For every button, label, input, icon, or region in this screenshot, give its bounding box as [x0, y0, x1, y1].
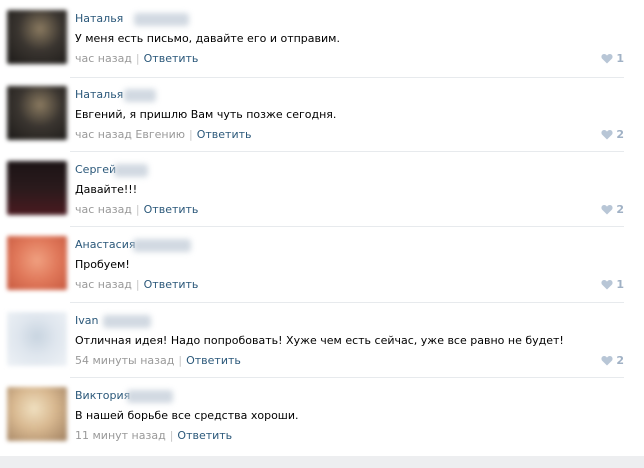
- comment-text: Пробуем!: [75, 258, 130, 271]
- author-surname-redacted: [114, 164, 148, 177]
- author-surname-redacted: [133, 239, 191, 252]
- avatar[interactable]: [7, 236, 67, 290]
- like-count: 1: [616, 278, 624, 291]
- comment-meta: 11 минут назад | Ответить: [75, 429, 233, 442]
- like-button[interactable]: 2: [601, 203, 624, 216]
- comment-author-link[interactable]: Анастасия: [75, 238, 135, 251]
- comment-author-link[interactable]: Сергей: [75, 163, 116, 176]
- comment-text: У меня есть письмо, давайте его и отправ…: [75, 32, 340, 45]
- author-surname-redacted: [134, 13, 189, 26]
- reply-link[interactable]: Ответить: [177, 429, 232, 442]
- reply-link[interactable]: Ответить: [144, 278, 199, 291]
- like-button[interactable]: 1: [601, 278, 624, 291]
- avatar[interactable]: [7, 86, 67, 140]
- comment-time: час назад: [75, 203, 132, 216]
- comment-meta: час назад | Ответить: [75, 278, 199, 291]
- like-button[interactable]: 2: [601, 354, 624, 367]
- comment-item: Анастасия Пробуем! час назад | Ответить 1: [0, 232, 644, 306]
- page-bottom-bar: [0, 456, 644, 468]
- avatar[interactable]: [7, 161, 67, 215]
- divider: [70, 151, 624, 152]
- like-count: 1: [616, 52, 624, 65]
- comment-meta: час назад Евгению | Ответить: [75, 128, 252, 141]
- comment-item: Виктория В нашей борьбе все средства хор…: [0, 383, 644, 457]
- heart-icon: [601, 53, 613, 64]
- comment-time: 11 минут назад: [75, 429, 166, 442]
- comment-author-link[interactable]: Виктория: [75, 389, 130, 402]
- comment-item: Сергей Давайте!!! час назад | Ответить 2: [0, 157, 644, 231]
- author-surname-redacted: [124, 89, 156, 102]
- comment-text: Отличная идея! Надо попробовать! Хуже че…: [75, 334, 564, 347]
- comment-author-link[interactable]: Наталья: [75, 12, 123, 25]
- comment-time: час назад: [75, 52, 132, 65]
- comment-meta: час назад | Ответить: [75, 52, 199, 65]
- comment-author-link[interactable]: Наталья: [75, 88, 123, 101]
- comment-author-link[interactable]: Ivan: [75, 314, 98, 327]
- like-button[interactable]: 2: [601, 128, 624, 141]
- comment-item: Наталья Евгений, я пришлю Вам чуть позже…: [0, 82, 644, 156]
- comment-item: Наталья У меня есть письмо, давайте его …: [0, 6, 644, 80]
- comment-text: Евгений, я пришлю Вам чуть позже сегодня…: [75, 108, 337, 121]
- reply-link[interactable]: Ответить: [144, 52, 199, 65]
- author-surname-redacted: [127, 390, 173, 403]
- avatar[interactable]: [7, 10, 67, 64]
- divider: [70, 226, 624, 227]
- heart-icon: [601, 279, 613, 290]
- heart-icon: [601, 355, 613, 366]
- like-count: 2: [616, 354, 624, 367]
- reply-link[interactable]: Ответить: [197, 128, 252, 141]
- comment-meta: 54 минуты назад | Ответить: [75, 354, 241, 367]
- divider: [70, 302, 624, 303]
- reply-link[interactable]: Ответить: [144, 203, 199, 216]
- comment-item: Ivan Отличная идея! Надо попробовать! Ху…: [0, 308, 644, 382]
- comment-meta: час назад | Ответить: [75, 203, 199, 216]
- comment-time: час назад Евгению: [75, 128, 185, 141]
- like-button[interactable]: 1: [601, 52, 624, 65]
- avatar[interactable]: [7, 312, 67, 366]
- divider: [70, 77, 624, 78]
- author-surname-redacted: [103, 315, 151, 328]
- comment-text: Давайте!!!: [75, 183, 138, 196]
- comment-text: В нашей борьбе все средства хороши.: [75, 409, 299, 422]
- like-count: 2: [616, 128, 624, 141]
- like-count: 2: [616, 203, 624, 216]
- reply-link[interactable]: Ответить: [186, 354, 241, 367]
- avatar[interactable]: [7, 387, 67, 441]
- comment-time: час назад: [75, 278, 132, 291]
- divider: [70, 377, 624, 378]
- heart-icon: [601, 204, 613, 215]
- comment-time: 54 минуты назад: [75, 354, 175, 367]
- heart-icon: [601, 129, 613, 140]
